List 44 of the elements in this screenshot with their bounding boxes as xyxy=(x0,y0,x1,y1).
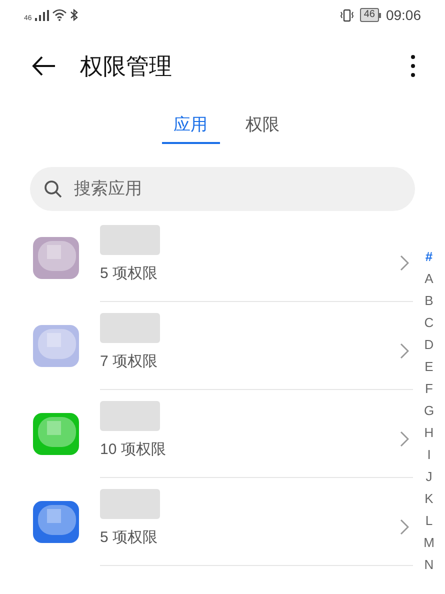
index-letter[interactable]: L xyxy=(425,510,433,532)
index-letter[interactable]: C xyxy=(424,312,434,334)
index-letter[interactable]: G xyxy=(424,400,434,422)
page-title: 权限管理 xyxy=(80,52,172,81)
index-letter[interactable]: B xyxy=(424,290,434,312)
clock: 09:06 xyxy=(386,6,421,24)
back-arrow-icon xyxy=(32,56,56,76)
index-letter[interactable]: # xyxy=(425,246,433,268)
blurred-app-name xyxy=(100,400,160,430)
permission-count: 10 项权限 xyxy=(100,440,166,460)
tab[interactable]: 应用 xyxy=(162,112,220,144)
search-icon xyxy=(44,180,62,198)
search-field[interactable]: 搜索应用 xyxy=(30,167,415,211)
index-letter[interactable]: I xyxy=(427,444,431,466)
signal-icon xyxy=(34,10,49,20)
index-letter[interactable]: F xyxy=(425,378,433,400)
blurred-app-name xyxy=(100,224,160,254)
index-letter[interactable]: E xyxy=(424,356,434,378)
back-button[interactable] xyxy=(32,54,56,78)
tab[interactable]: 权限 xyxy=(242,112,284,144)
permission-count: 7 项权限 xyxy=(100,352,158,372)
blurred-app-name xyxy=(100,312,160,342)
app-row[interactable]: 5 项权限 xyxy=(0,478,413,566)
bluetooth-icon xyxy=(70,9,78,21)
chevron-right-icon xyxy=(400,518,409,534)
index-letter[interactable]: D xyxy=(424,334,434,356)
chevron-right-icon xyxy=(400,342,409,358)
index-letter[interactable]: K xyxy=(424,488,434,510)
permission-count: 5 项权限 xyxy=(100,264,158,284)
index-letter[interactable]: M xyxy=(424,532,434,554)
chevron-right-icon xyxy=(400,430,409,446)
app-row[interactable]: 5 项权限 xyxy=(0,214,413,302)
app-row[interactable]: 10 项权限 xyxy=(0,390,413,478)
wifi-icon xyxy=(52,9,67,21)
chevron-right-icon xyxy=(400,254,409,270)
index-letter[interactable]: N xyxy=(424,554,434,576)
app-row[interactable]: 7 项权限 xyxy=(0,302,413,390)
index-letter[interactable]: J xyxy=(426,466,432,488)
permission-count: 5 项权限 xyxy=(100,528,158,548)
index-letter[interactable]: H xyxy=(424,422,434,444)
index-letter[interactable]: A xyxy=(424,268,434,290)
battery-icon: 46 xyxy=(360,8,379,22)
vibrate-icon xyxy=(338,8,355,22)
blurred-app-name xyxy=(100,488,160,518)
